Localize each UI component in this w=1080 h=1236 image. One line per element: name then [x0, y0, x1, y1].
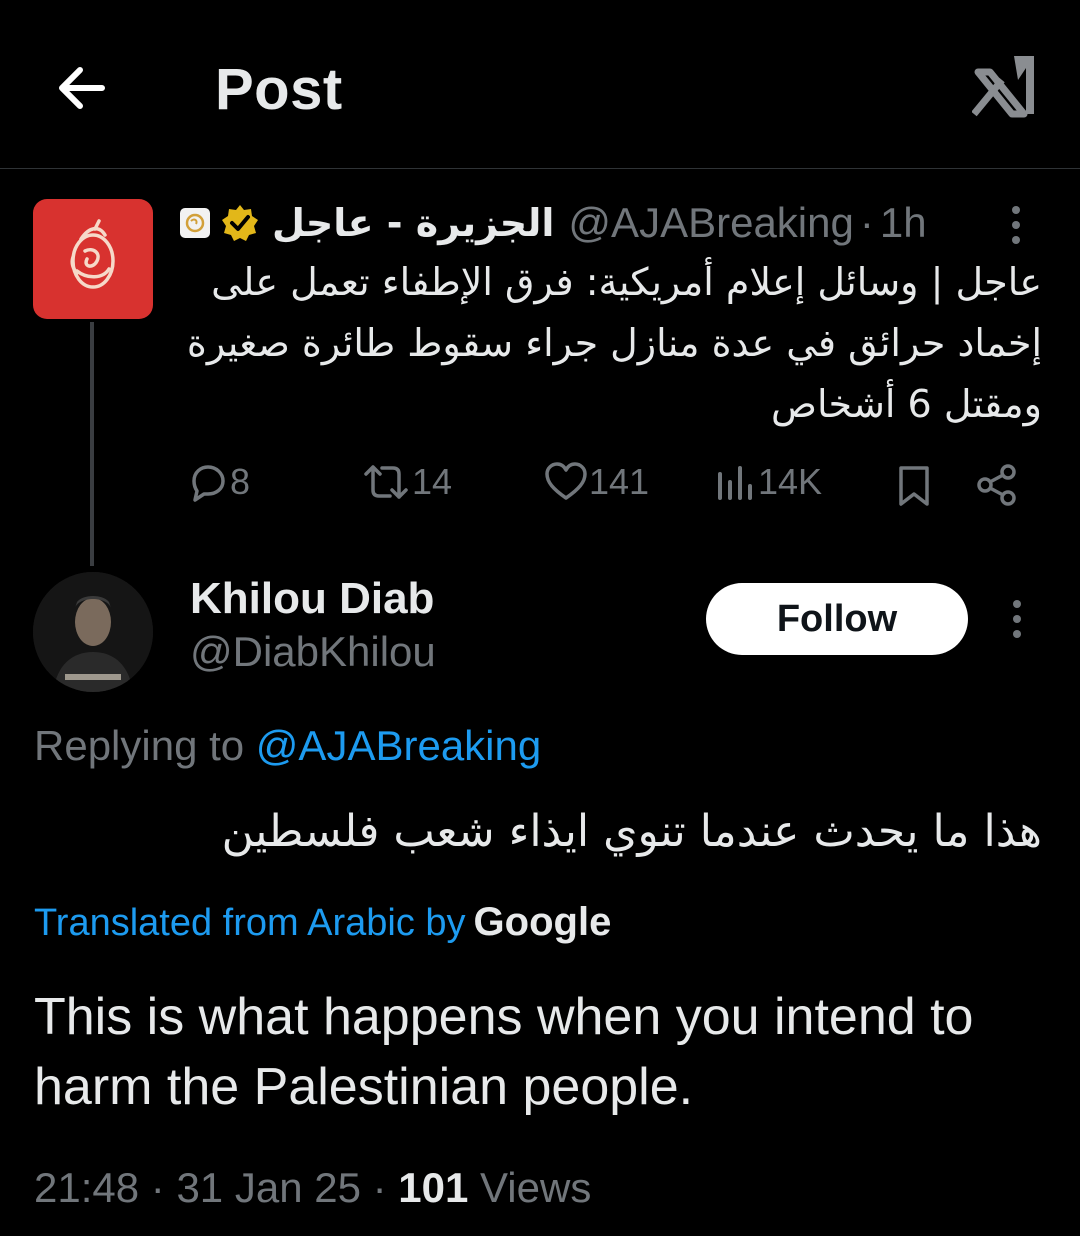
page-title: Post [215, 57, 343, 122]
verified-badge-icon [222, 205, 258, 241]
reply-author-handle[interactable]: @DiabKhilou [190, 628, 436, 676]
replying-prefix: Replying to [34, 722, 245, 769]
post-time[interactable]: 21:48 [34, 1164, 139, 1211]
reply-count: 8 [230, 461, 251, 502]
ajabreaking-avatar[interactable] [33, 199, 153, 319]
arrow-left-icon[interactable] [52, 58, 112, 118]
author-handle[interactable]: @AJABreaking [568, 199, 853, 247]
post-time[interactable]: 1h [880, 199, 927, 247]
views-chart-icon [718, 466, 752, 500]
parent-post-meta: الجزيرة - عاجل @AJABreaking · 1h [180, 196, 940, 250]
reply-author-name[interactable]: Khilou Diab [190, 574, 434, 624]
post-date[interactable]: 31 Jan 25 [176, 1164, 361, 1211]
reply-text-original: هذا ما يحدث عندما تنوي ايذاء شعب فلسطين [221, 806, 1042, 857]
like-count: 141 [589, 461, 650, 502]
author-name[interactable]: الجزيرة - عاجل [272, 201, 554, 245]
repost-button[interactable]: 14 [360, 460, 452, 504]
separator: · [859, 199, 874, 246]
separator: · [372, 1164, 387, 1211]
views-button[interactable]: 14K [714, 460, 822, 504]
views-count: 101 [398, 1164, 469, 1211]
separator: · [150, 1164, 165, 1211]
translated-label: Translated from Arabic by [34, 902, 466, 944]
follow-button[interactable]: Follow [706, 583, 968, 655]
parent-post-text: عاجل | وسائل إعلام أمريكية: فرق الإطفاء … [186, 260, 1042, 426]
views-label: Views [480, 1164, 592, 1211]
repost-icon [364, 465, 408, 499]
x-logo-icon [972, 56, 1034, 118]
reply-icon [192, 465, 225, 502]
reply-button[interactable]: 8 [186, 460, 250, 504]
share-icon[interactable] [974, 462, 1020, 508]
avatar[interactable] [33, 572, 153, 692]
replying-to: Replying to @AJABreaking [34, 722, 541, 770]
more-options-icon[interactable] [1011, 600, 1023, 644]
replying-to-mention[interactable]: @AJABreaking [256, 722, 541, 769]
post-timestamp-views: 21:48 · 31 Jan 25 · 101 Views [34, 1164, 591, 1212]
top-bar: Post [0, 0, 1080, 169]
repost-count: 14 [412, 461, 453, 502]
post-actions: 8 14 141 14K [0, 454, 1080, 518]
affiliate-badge-icon [180, 208, 210, 238]
al-jazeera-logo-icon [70, 219, 115, 289]
bookmark-icon[interactable] [892, 464, 936, 508]
views-count: 14K [758, 461, 823, 502]
reply-text-translated: This is what happens when you intend to … [34, 988, 974, 1116]
google-logo: Google [473, 900, 612, 944]
more-options-icon[interactable] [1010, 206, 1022, 250]
like-button[interactable]: 141 [543, 460, 649, 504]
heart-icon [545, 462, 587, 500]
translation-attribution[interactable]: Translated from Arabic by Google [34, 900, 611, 945]
user-photo [33, 572, 153, 692]
thread-connector-line [90, 322, 94, 566]
